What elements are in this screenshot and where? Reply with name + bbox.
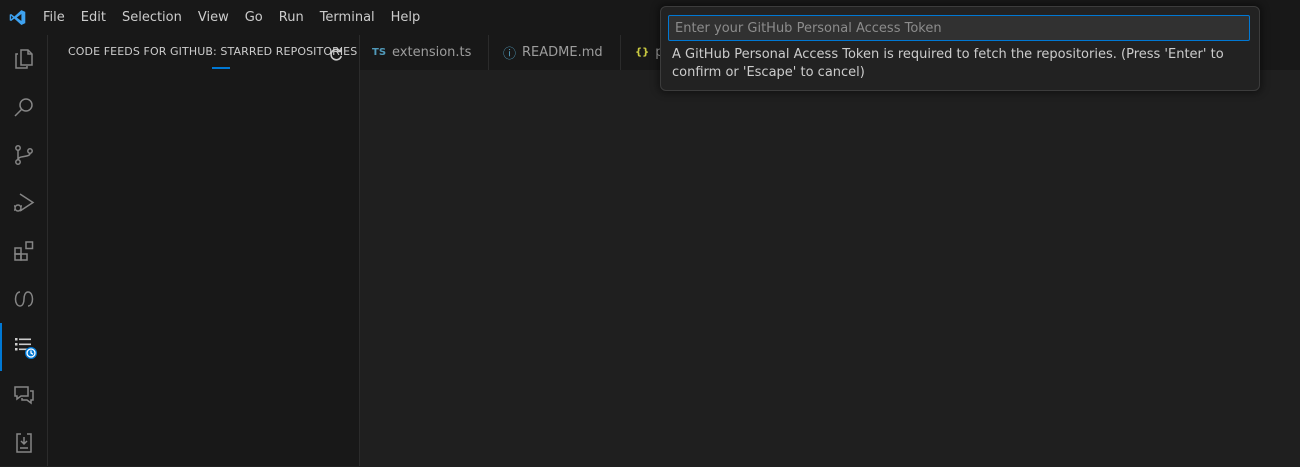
menu-file[interactable]: File [35,0,73,35]
tab-extension-ts[interactable]: TS extension.ts [360,35,489,70]
copilot-icon[interactable] [0,275,47,323]
json-file-icon: {} [635,47,650,58]
token-input[interactable] [668,15,1250,41]
extensions-icon[interactable] [0,227,47,275]
editor-area[interactable] [360,70,1300,466]
menu-bar: File Edit Selection View Go Run Terminal… [35,0,428,35]
source-control-icon[interactable] [0,131,47,179]
run-debug-icon[interactable] [0,179,47,227]
typescript-file-icon: TS [372,47,387,58]
menu-edit[interactable]: Edit [73,0,114,35]
search-icon[interactable] [0,83,47,131]
activity-bar [0,35,48,466]
sidebar-panel: CODE FEEDS FOR GITHUB: STARRED REPOSITOR… [48,35,360,466]
menu-view[interactable]: View [190,0,237,35]
quick-input-widget: A GitHub Personal Access Token is requir… [660,6,1260,91]
menu-selection[interactable]: Selection [114,0,190,35]
sidebar-title-underline [212,67,230,69]
sidebar-title: CODE FEEDS FOR GITHUB: STARRED REPOSITOR… [68,45,358,58]
tab-label: extension.ts [392,45,472,60]
menu-help[interactable]: Help [383,0,429,35]
tab-readme-md[interactable]: ⓘ README.md [489,35,621,70]
menu-run[interactable]: Run [271,0,312,35]
info-file-icon: ⓘ [503,47,517,62]
refresh-icon[interactable] [326,45,346,65]
quick-input-message: A GitHub Personal Access Token is requir… [672,47,1224,80]
menu-terminal[interactable]: Terminal [312,0,383,35]
tab-label: README.md [522,45,603,60]
menu-go[interactable]: Go [237,0,271,35]
explorer-icon[interactable] [0,35,47,83]
chat-icon[interactable] [0,371,47,419]
code-feeds-icon[interactable] [0,323,47,371]
vscode-logo-icon [0,0,35,35]
testing-icon[interactable] [0,419,47,467]
